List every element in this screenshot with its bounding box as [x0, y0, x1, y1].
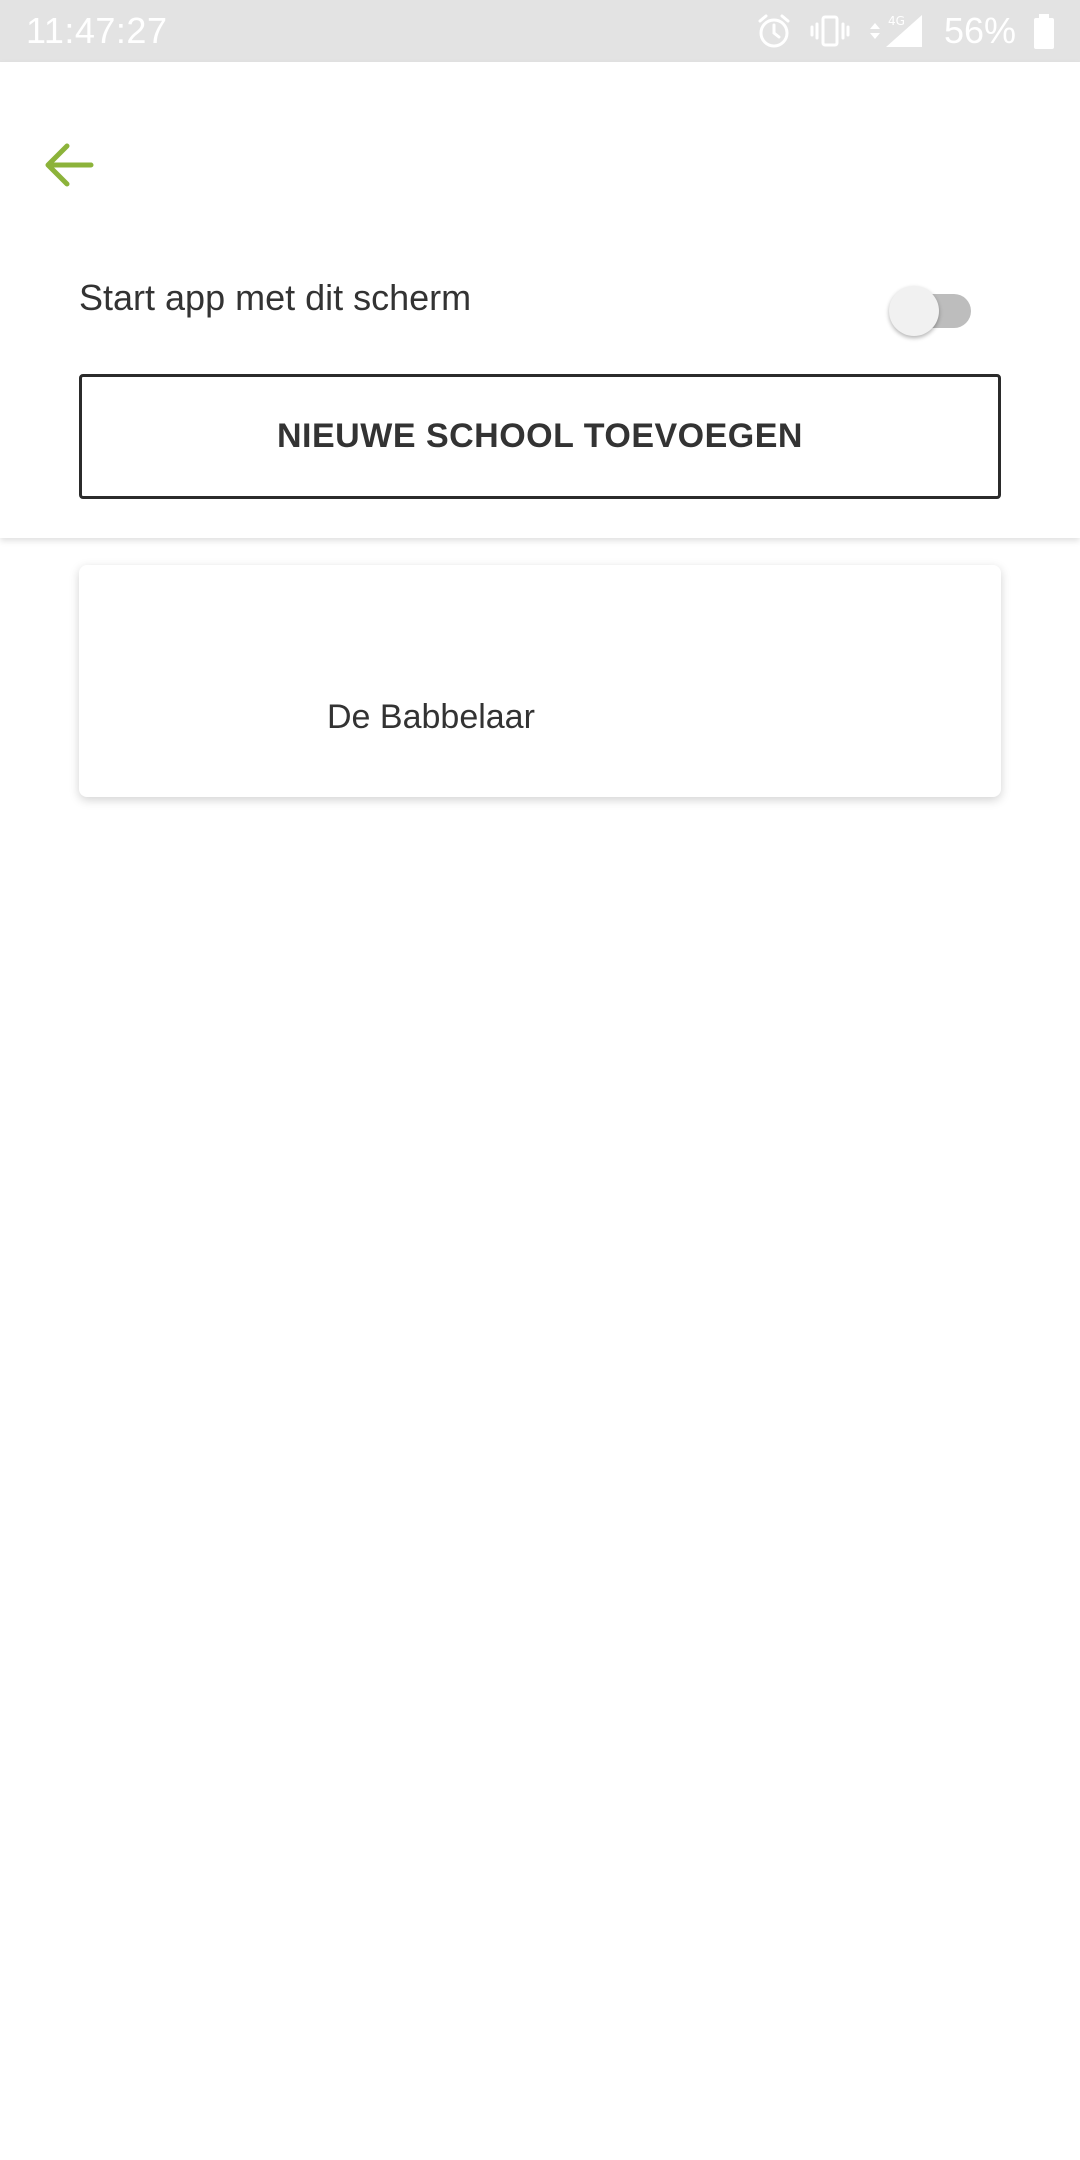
- battery-icon: [1032, 11, 1056, 51]
- add-school-button[interactable]: NIEUWE SCHOOL TOEVOEGEN: [79, 374, 1001, 499]
- back-button[interactable]: [36, 132, 102, 198]
- settings-header: Start app met dit scherm NIEUWE SCHOOL T…: [0, 62, 1080, 538]
- status-icons: 4G 56%: [754, 0, 1056, 62]
- vibrate-icon: [810, 11, 850, 51]
- arrow-left-icon: [45, 143, 94, 187]
- signal-icon: 4G: [866, 11, 928, 51]
- school-card[interactable]: De Babbelaar: [79, 565, 1001, 797]
- start-app-label: Start app met dit scherm: [79, 277, 472, 318]
- start-app-toggle[interactable]: [889, 282, 979, 338]
- network-type-label: 4G: [888, 14, 905, 28]
- toggle-thumb: [889, 286, 939, 336]
- status-time: 11:47:27: [26, 10, 168, 51]
- battery-percent: 56%: [943, 10, 1016, 51]
- status-bar: 11:47:27 4G 56%: [0, 0, 1080, 62]
- alarm-icon: [754, 11, 794, 51]
- start-app-row: Start app met dit scherm: [79, 272, 1001, 336]
- school-name: De Babbelaar: [327, 698, 535, 736]
